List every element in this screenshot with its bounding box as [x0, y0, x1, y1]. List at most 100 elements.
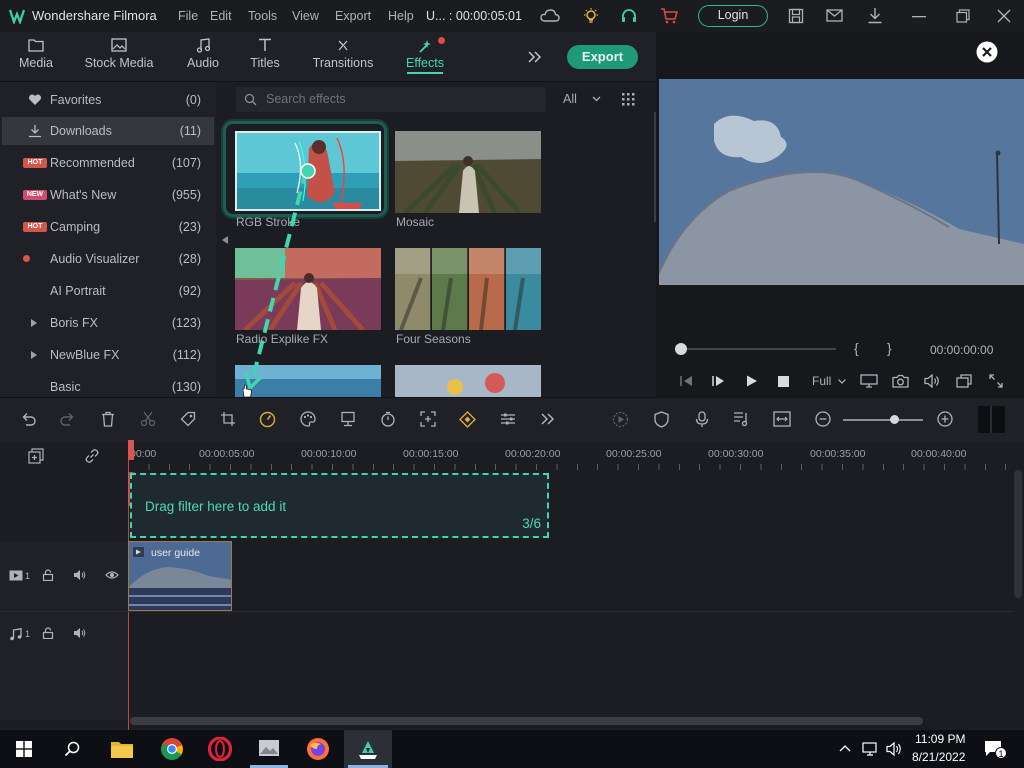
- panel-layout-toggle[interactable]: [978, 406, 1005, 433]
- filter-dropdown-value[interactable]: All: [563, 92, 577, 106]
- sidebar-item-whats-new[interactable]: NEW What's New (955): [0, 181, 216, 209]
- tab-media[interactable]: Media: [10, 32, 62, 82]
- more-tools-icon[interactable]: [541, 413, 555, 425]
- cloud-icon[interactable]: [540, 8, 560, 24]
- next-frame-icon[interactable]: [712, 375, 726, 387]
- render-preview-icon[interactable]: [612, 411, 629, 428]
- playback-scrubber-handle[interactable]: [675, 343, 687, 355]
- volume-icon[interactable]: [886, 741, 902, 757]
- tab-titles[interactable]: Titles: [244, 32, 286, 82]
- filmora-taskbar-button[interactable]: [344, 730, 392, 768]
- menu-view[interactable]: View: [292, 9, 319, 23]
- link-icon[interactable]: [84, 448, 100, 464]
- cut-scissors-icon[interactable]: [140, 411, 156, 427]
- tab-stock-media[interactable]: Stock Media: [80, 32, 158, 82]
- zoom-slider-handle[interactable]: [890, 415, 899, 424]
- delete-icon[interactable]: [100, 411, 116, 427]
- close-preview-icon[interactable]: [976, 41, 998, 63]
- cart-icon[interactable]: [660, 8, 678, 24]
- snapshot-camera-icon[interactable]: [892, 374, 909, 388]
- sidebar-item-camping[interactable]: HOT Camping (23): [0, 213, 216, 241]
- filter-drop-zone[interactable]: Drag filter here to add it 3/6: [130, 473, 549, 538]
- timeline-ruler[interactable]: 00:00 00:00:05:00 00:00:10:00 00:00:15:0…: [128, 442, 1008, 470]
- lightbulb-icon[interactable]: [582, 7, 600, 25]
- chevron-down-icon[interactable]: [592, 96, 601, 102]
- stop-icon[interactable]: [778, 376, 789, 387]
- audio-adjust-icon[interactable]: [500, 411, 516, 427]
- mark-in-button[interactable]: {: [854, 340, 859, 356]
- tab-transitions[interactable]: Transitions: [308, 32, 378, 82]
- export-button[interactable]: Export: [567, 45, 638, 69]
- menu-tools[interactable]: Tools: [248, 9, 277, 23]
- zoom-out-icon[interactable]: [815, 411, 831, 427]
- fit-timeline-icon[interactable]: [773, 411, 791, 427]
- search-icon[interactable]: [64, 741, 80, 757]
- effect-thumb-mosaic[interactable]: [395, 131, 541, 213]
- color-palette-icon[interactable]: [300, 411, 316, 427]
- close-window-icon[interactable]: [997, 9, 1011, 23]
- chrome-icon[interactable]: [160, 737, 184, 761]
- fullscreen-icon[interactable]: [989, 374, 1003, 388]
- playback-progress-track[interactable]: [681, 348, 836, 350]
- mute-speaker-icon[interactable]: [73, 627, 86, 639]
- eye-icon[interactable]: [105, 570, 119, 580]
- zoom-in-icon[interactable]: [937, 411, 953, 427]
- save-icon[interactable]: [788, 8, 804, 24]
- speed-icon[interactable]: [259, 411, 276, 428]
- duration-timer-icon[interactable]: [380, 411, 396, 427]
- network-icon[interactable]: [862, 741, 880, 757]
- windows-start-icon[interactable]: [16, 741, 32, 757]
- redo-icon[interactable]: [60, 411, 76, 427]
- green-screen-icon[interactable]: [340, 411, 356, 427]
- clock-date[interactable]: 8/21/2022: [912, 750, 965, 764]
- menu-export[interactable]: Export: [335, 9, 371, 23]
- stabilization-icon[interactable]: [420, 411, 436, 427]
- effect-thumb-four-seasons[interactable]: [395, 248, 541, 330]
- chevron-up-icon[interactable]: [839, 744, 851, 752]
- mute-speaker-icon[interactable]: [73, 569, 86, 581]
- quality-chevron-down-icon[interactable]: [838, 379, 846, 384]
- login-button[interactable]: Login: [698, 5, 768, 27]
- playhead-handle[interactable]: [128, 440, 134, 460]
- undo-icon[interactable]: [20, 411, 36, 427]
- pip-icon[interactable]: [956, 374, 972, 388]
- headset-icon[interactable]: [620, 7, 638, 25]
- restore-icon[interactable]: [956, 9, 970, 23]
- lock-icon[interactable]: [42, 627, 54, 639]
- sidebar-item-recommended[interactable]: HOT Recommended (107): [0, 149, 216, 177]
- opera-icon[interactable]: [208, 737, 232, 761]
- tab-audio[interactable]: Audio: [180, 32, 226, 82]
- effect-thumb-partial-2[interactable]: [395, 365, 541, 397]
- more-tabs-icon[interactable]: [528, 51, 542, 63]
- menu-edit[interactable]: Edit: [210, 9, 232, 23]
- minimize-icon[interactable]: [912, 15, 926, 18]
- mark-out-button[interactable]: }: [887, 340, 892, 356]
- keyframe-icon[interactable]: [459, 411, 476, 428]
- zoom-slider-track[interactable]: [843, 419, 923, 421]
- timeline-vertical-scrollbar[interactable]: [1014, 470, 1022, 598]
- sidebar-item-audio-visualizer[interactable]: Audio Visualizer (28): [0, 245, 216, 273]
- previous-frame-icon[interactable]: [680, 375, 694, 387]
- firefox-icon[interactable]: [306, 737, 330, 761]
- sidebar-item-ai-portrait[interactable]: AI Portrait (92): [0, 277, 216, 305]
- microphone-icon[interactable]: [695, 411, 709, 428]
- crop-icon[interactable]: [220, 411, 236, 427]
- expand-arrow-icon[interactable]: [31, 351, 37, 359]
- voiceover-list-icon[interactable]: [733, 411, 750, 427]
- clock-time[interactable]: 11:09 PM: [915, 732, 965, 746]
- mail-icon[interactable]: [826, 9, 843, 22]
- download-icon[interactable]: [867, 7, 883, 24]
- menu-help[interactable]: Help: [388, 9, 414, 23]
- photos-app-icon[interactable]: [256, 738, 282, 760]
- menu-file[interactable]: File: [178, 9, 198, 23]
- grid-view-icon[interactable]: [622, 93, 635, 106]
- sidebar-item-boris-fx[interactable]: Boris FX (123): [0, 309, 216, 337]
- sidebar-item-downloads[interactable]: Downloads (11): [2, 117, 214, 145]
- file-explorer-icon[interactable]: [110, 739, 134, 759]
- display-settings-icon[interactable]: [860, 374, 878, 388]
- tag-icon[interactable]: [180, 411, 196, 427]
- quality-dropdown-value[interactable]: Full: [812, 374, 831, 388]
- timeline-horizontal-scrollbar[interactable]: [130, 717, 923, 725]
- sidebar-item-newblue-fx[interactable]: NewBlue FX (112): [0, 341, 216, 369]
- video-clip-user-guide[interactable]: user guide: [128, 541, 232, 611]
